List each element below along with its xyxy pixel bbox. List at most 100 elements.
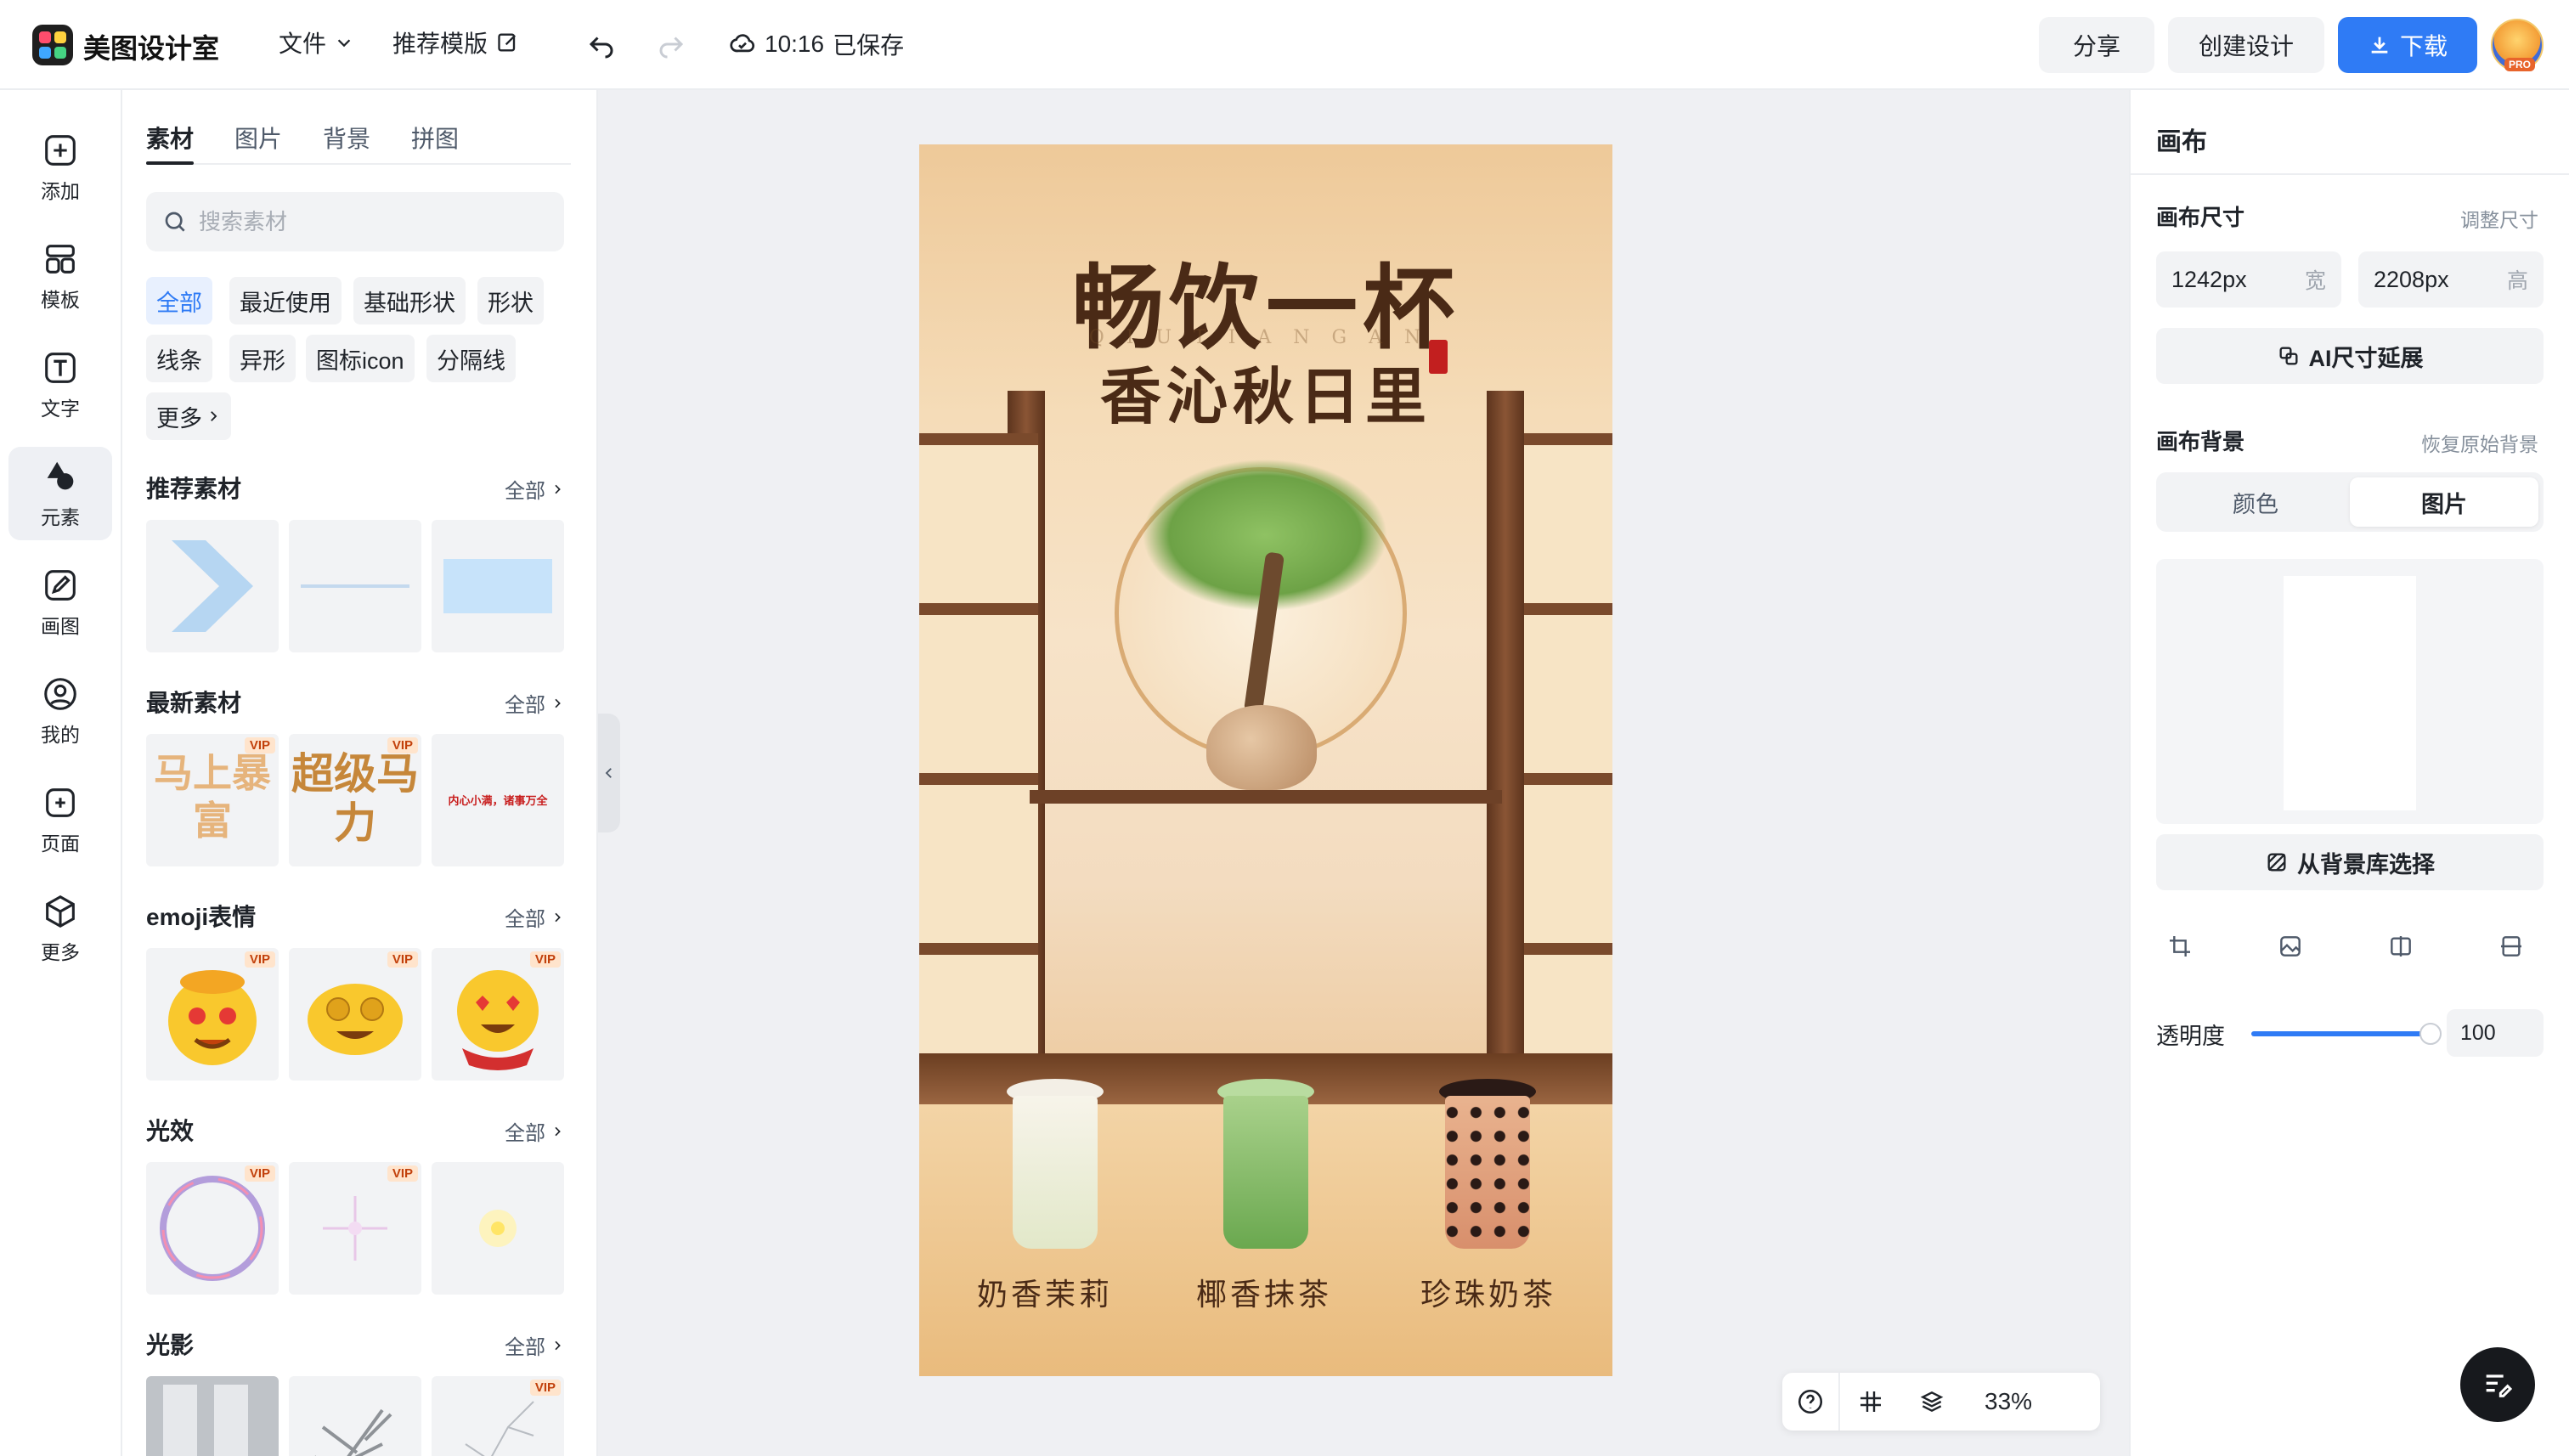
height-value: 2208px (2374, 266, 2449, 292)
tab-background[interactable]: 背景 (323, 121, 370, 155)
chip-icons[interactable]: 图标icon (306, 335, 415, 382)
tab-collage[interactable]: 拼图 (411, 121, 459, 155)
poster-subtitle: 香沁秋日里 (1099, 360, 1431, 432)
grid-icon (1860, 1391, 1881, 1412)
create-design-button[interactable]: 创建设计 (2168, 17, 2324, 73)
tile-text-quote: 内心小满，诸事万全 (448, 794, 548, 807)
task-list-fab[interactable] (2460, 1347, 2535, 1422)
share-button[interactable]: 分享 (2039, 17, 2154, 73)
asset-tile-rect[interactable] (432, 520, 564, 652)
height-field[interactable]: 2208px 高 (2358, 251, 2544, 308)
tab-material[interactable]: 素材 (146, 121, 194, 155)
redo-button[interactable] (652, 25, 690, 63)
search-input[interactable] (199, 208, 556, 235)
section-more-latest[interactable]: 全部 (505, 688, 564, 718)
width-value: 1242px (2171, 266, 2247, 292)
rainbow-ring-icon (160, 1176, 265, 1281)
nav-label-add: 添加 (41, 180, 80, 202)
asset-tile-branch-shadow[interactable]: VIP (432, 1376, 564, 1456)
asset-tabs: 素材 图片 背景 拼图 (146, 121, 571, 165)
app-logo-icon[interactable] (32, 25, 73, 65)
nav-item-more[interactable]: 更多 (8, 882, 112, 975)
section-more-emoji[interactable]: 全部 (505, 902, 564, 932)
section-more-light-shadow[interactable]: 全部 (505, 1330, 564, 1360)
height-unit: 高 (2506, 269, 2528, 293)
resize-link[interactable]: 调整尺寸 (2460, 204, 2538, 233)
asset-tile-chevron[interactable] (146, 520, 279, 652)
section-title-emoji: emoji表情 (146, 904, 257, 930)
asset-tile-emoji-hearts[interactable]: VIP (432, 948, 564, 1081)
asset-panel: 素材 图片 背景 拼图 全部 最近使用 基础形状 形状 线条 异形 图标icon… (122, 90, 598, 1456)
chip-recent[interactable]: 最近使用 (229, 277, 342, 324)
chip-lines[interactable]: 线条 (146, 335, 212, 382)
chevron-right-icon (555, 912, 561, 922)
image-edit-button[interactable] (2267, 923, 2314, 970)
image-edit-icon (2280, 936, 2301, 957)
panel-title: 画布 (2156, 128, 2207, 156)
flip-vertical-button[interactable] (2487, 923, 2535, 970)
asset-tile-line[interactable] (289, 520, 421, 652)
restore-bg-link[interactable]: 恢复原始背景 (2421, 428, 2538, 457)
asset-tile-quote[interactable]: 内心小满，诸事万全 (432, 734, 564, 866)
help-button[interactable] (1782, 1373, 1840, 1431)
brand-name[interactable]: 美图设计室 (83, 27, 219, 66)
asset-tile-emoji-coins[interactable]: VIP (289, 948, 421, 1081)
bg-type-color[interactable]: 颜色 (2161, 477, 2350, 527)
nav-item-text[interactable]: 文字 (8, 338, 112, 432)
layers-button[interactable] (1901, 1373, 1962, 1431)
undo-button[interactable] (583, 25, 620, 63)
tab-image[interactable]: 图片 (234, 121, 282, 155)
texture-icon (2267, 853, 2286, 872)
chip-all[interactable]: 全部 (146, 277, 212, 324)
crop-button[interactable] (2156, 923, 2204, 970)
nav-label-text: 文字 (41, 398, 80, 420)
asset-tile-wealth[interactable]: 马上暴富 VIP (146, 734, 279, 866)
help-icon (1798, 1389, 1823, 1414)
asset-tile-window-shadow[interactable] (146, 1376, 279, 1456)
download-button[interactable]: 下载 (2338, 17, 2477, 73)
asset-tile-palm-shadow[interactable] (289, 1376, 421, 1456)
asset-tile-power[interactable]: 超级马力 VIP (289, 734, 421, 866)
asset-tile-sparkle[interactable]: VIP (289, 1162, 421, 1295)
asset-tile-rainbow-ring[interactable]: VIP (146, 1162, 279, 1295)
nav-item-template[interactable]: 模板 (8, 229, 112, 323)
layers-icon (1920, 1391, 1944, 1413)
recommend-template-button[interactable]: 推荐模版 (392, 25, 520, 59)
opacity-input[interactable]: 100 (2447, 1009, 2544, 1057)
grid-toggle-button[interactable] (1840, 1373, 1901, 1431)
nav-item-add[interactable]: 添加 (8, 121, 112, 214)
design-canvas[interactable]: 畅饮一杯 QIUTIANGAN 香沁秋日里 奶香茉莉 椰香抹茶 珍珠奶茶 (919, 144, 1612, 1376)
collapse-panel-button[interactable] (598, 714, 620, 832)
ai-extend-button[interactable]: AI尺寸延展 (2156, 328, 2544, 384)
page-add-icon (46, 788, 75, 817)
flip-horizontal-button[interactable] (2377, 923, 2425, 970)
section-more-recommended[interactable]: 全部 (505, 474, 564, 504)
nav-item-element[interactable]: 元素 (8, 447, 112, 540)
opacity-slider-track[interactable] (2251, 1031, 2433, 1036)
file-menu-button[interactable]: 文件 (279, 25, 353, 59)
chevron-left-icon (605, 768, 612, 778)
opacity-slider-thumb[interactable] (2419, 1023, 2442, 1045)
asset-tile-emoji-money[interactable]: VIP (146, 948, 279, 1081)
zoom-level[interactable]: 33% (1962, 1388, 2032, 1415)
chip-irregular[interactable]: 异形 (229, 335, 296, 382)
width-field[interactable]: 1242px 宽 (2156, 251, 2341, 308)
section-more-light-effect[interactable]: 全部 (505, 1116, 564, 1146)
nav-item-page[interactable]: 页面 (8, 773, 112, 866)
chip-more[interactable]: 更多 (146, 392, 231, 440)
chip-basic-shapes[interactable]: 基础形状 (353, 277, 466, 324)
chevron-down-icon (337, 39, 351, 48)
nav-item-draw[interactable]: 画图 (8, 556, 112, 649)
chip-dividers[interactable]: 分隔线 (426, 335, 516, 382)
bg-preview[interactable] (2156, 559, 2544, 824)
search-box[interactable] (146, 192, 564, 251)
bg-library-button[interactable]: 从背景库选择 (2156, 834, 2544, 890)
bg-type-image[interactable]: 图片 (2350, 477, 2538, 527)
chip-shapes[interactable]: 形状 (477, 277, 544, 324)
section-title-latest: 最新素材 (146, 690, 242, 716)
search-icon (165, 212, 185, 232)
resize-icon (2279, 347, 2297, 365)
asset-tile-glow[interactable] (432, 1162, 564, 1295)
nav-item-mine[interactable]: 我的 (8, 664, 112, 758)
poster-cup-matcha (1223, 1096, 1308, 1249)
